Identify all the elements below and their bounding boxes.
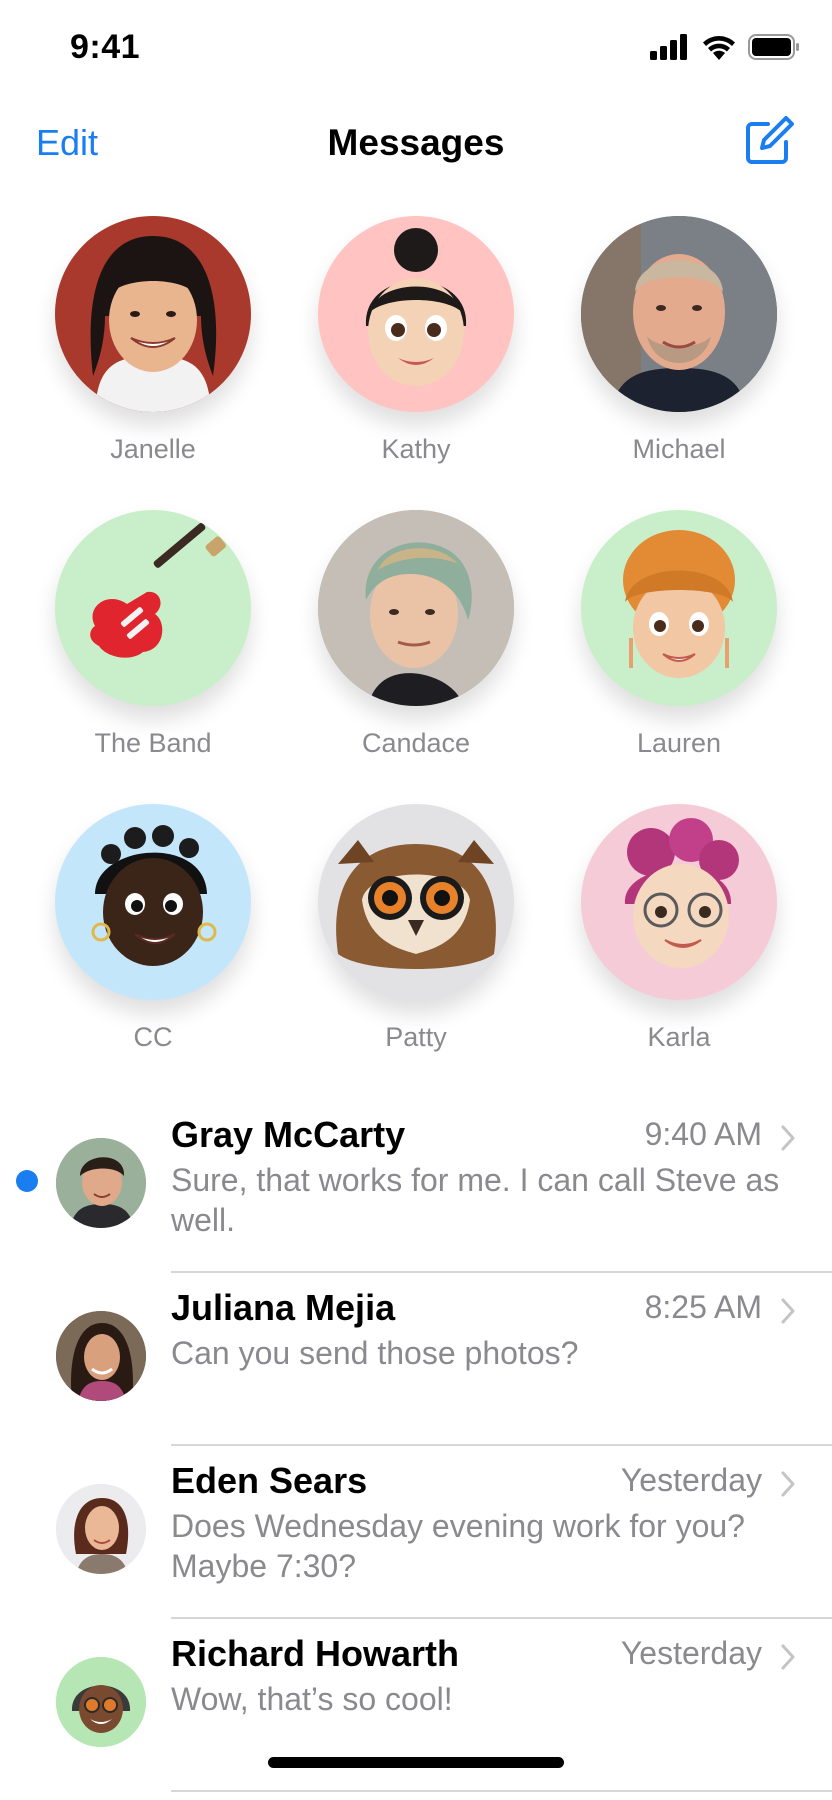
pinned-patty[interactable]: Patty: [285, 804, 547, 1053]
avatar: [318, 216, 514, 412]
battery-icon: [748, 34, 799, 60]
avatar: [56, 1311, 146, 1401]
page-title: Messages: [327, 122, 505, 163]
pinned-name: Janelle: [110, 434, 196, 464]
chevron-right-icon: [781, 1471, 795, 1497]
contact-name: Juliana Mejia: [171, 1287, 396, 1328]
conversation-row[interactable]: Gray McCarty 9:40 AM Sure, that works fo…: [0, 1100, 832, 1273]
avatar: [581, 216, 777, 412]
pinned-name: Karla: [647, 1022, 711, 1052]
pinned-michael[interactable]: Michael: [548, 216, 810, 465]
avatar: [56, 1657, 146, 1747]
timestamp: 9:40 AM: [644, 1116, 762, 1152]
pinned-name: Candace: [361, 728, 471, 758]
pinned-lauren[interactable]: Lauren: [548, 510, 810, 759]
chevron-right-icon: [781, 1125, 795, 1151]
pinned-name: Michael: [632, 434, 726, 464]
contact-name: Gray McCarty: [171, 1114, 406, 1155]
avatar: [318, 510, 514, 706]
pinned-kathy[interactable]: Kathy: [285, 216, 547, 465]
avatar: [581, 804, 777, 1000]
pinned-name: Lauren: [636, 728, 722, 758]
cellular-signal-icon: [650, 34, 687, 60]
pinned-candace[interactable]: Candace: [285, 510, 547, 759]
conversation-list: Gray McCarty 9:40 AM Sure, that works fo…: [0, 1100, 832, 1792]
message-preview: Wow, that’s so cool!: [171, 1681, 453, 1717]
compose-icon[interactable]: [742, 116, 794, 168]
status-bar: 9:41: [0, 0, 832, 100]
unread-indicator: [16, 1170, 38, 1192]
home-indicator[interactable]: [268, 1757, 564, 1768]
message-preview: Sure, that works for me. I can call Stev…: [171, 1162, 780, 1238]
avatar: [56, 1484, 146, 1574]
conversation-row[interactable]: Eden Sears Yesterday Does Wednesday even…: [0, 1446, 832, 1619]
wifi-icon: [703, 36, 735, 60]
pinned-name: Kathy: [381, 434, 451, 464]
timestamp: Yesterday: [620, 1635, 762, 1671]
avatar: [581, 510, 777, 706]
timestamp: 8:25 AM: [644, 1289, 762, 1325]
avatar: [55, 216, 251, 412]
pinned-name: Patty: [385, 1022, 447, 1052]
avatar: [318, 804, 514, 1000]
conversation-row[interactable]: Juliana Mejia 8:25 AM Can you send those…: [0, 1273, 832, 1446]
pinned-janelle[interactable]: Janelle: [22, 216, 284, 465]
status-icons: [650, 34, 800, 60]
pinned-cc[interactable]: CC: [22, 804, 284, 1053]
divider: [171, 1790, 832, 1792]
status-time: 9:41: [70, 28, 141, 66]
chevron-right-icon: [781, 1298, 795, 1324]
contact-name: Richard Howarth: [171, 1633, 460, 1674]
avatar: [55, 510, 251, 706]
pinned-name: The Band: [94, 728, 212, 758]
avatar: [55, 804, 251, 1000]
chevron-right-icon: [781, 1644, 795, 1670]
message-preview: Can you send those photos?: [171, 1335, 579, 1371]
contact-name: Eden Sears: [171, 1460, 368, 1501]
pinned-name: CC: [133, 1022, 173, 1052]
message-preview: Does Wednesday evening work for you? May…: [171, 1508, 745, 1584]
timestamp: Yesterday: [620, 1462, 762, 1498]
pinned-the-band[interactable]: The Band: [22, 510, 284, 759]
avatar: [56, 1138, 146, 1228]
pinned-karla[interactable]: Karla: [548, 804, 810, 1053]
navigation-bar: Edit Messages: [0, 110, 832, 180]
